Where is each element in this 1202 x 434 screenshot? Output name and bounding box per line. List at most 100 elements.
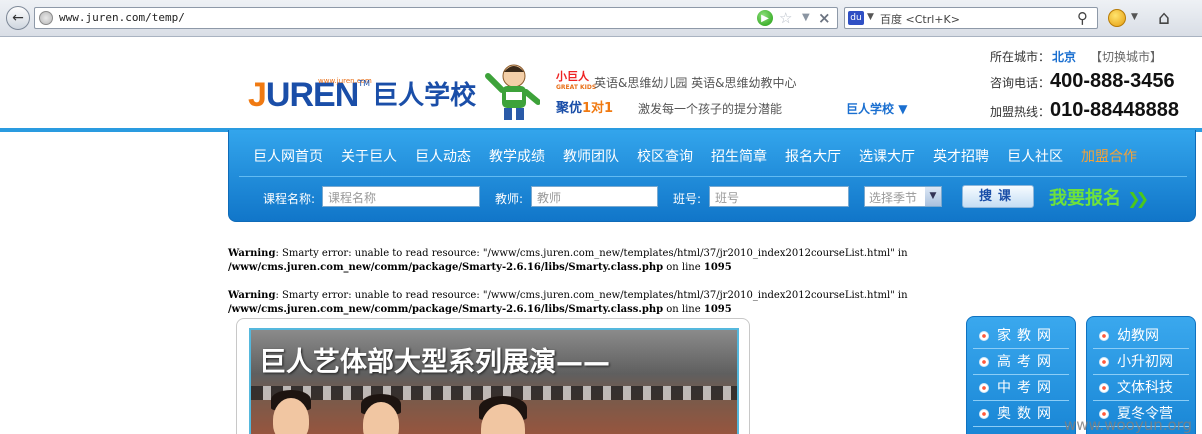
enroll-label: 我要报名 — [1049, 188, 1121, 209]
class-number-input[interactable]: 班号 — [709, 186, 849, 207]
warning-path: /www/cms.juren.com_new/comm/package/Smar… — [228, 304, 664, 315]
bullet-icon — [979, 409, 989, 419]
side-link-olympiad[interactable]: 奥数网 — [973, 401, 1069, 427]
side-link-gaokao[interactable]: 高考网 — [973, 349, 1069, 375]
address-bar[interactable]: www.juren.com/temp/ ▶ ☆ ▼ × — [34, 7, 838, 29]
warning-label: Warning — [228, 248, 276, 259]
bullet-icon — [979, 383, 989, 393]
browser-toolbar: ← www.juren.com/temp/ ▶ ☆ ▼ × du ▼ 百度 <C… — [0, 0, 1202, 37]
warning-path: /www/cms.juren.com_new/comm/package/Smar… — [228, 262, 664, 273]
go-arrow-icon[interactable]: ▶ — [757, 10, 773, 26]
warning-label: Warning — [228, 290, 276, 301]
course-name-label: 课程名称: — [263, 192, 316, 206]
juren-logo[interactable]: www.juren.com JUREN TM 巨人学校 — [248, 72, 476, 112]
consult-number: 400-888-3456 — [1050, 70, 1175, 92]
back-arrow-icon[interactable]: ← — [6, 6, 30, 30]
double-chevron-icon: ❯❯ — [1127, 189, 1149, 208]
nav-about[interactable]: 关于巨人 — [341, 146, 397, 166]
php-warning: Warning: Smarty error: unable to read re… — [228, 289, 1158, 317]
chevron-down-icon: ▼ — [925, 187, 941, 206]
side-link-label: 幼教网 — [1117, 328, 1159, 344]
course-search-form: 课程名称: 课程名称 教师: 教师 班号: 班号 选择季节 ▼ 搜课 我要报名 ❯… — [229, 184, 1197, 212]
trademark-mark: TM — [358, 79, 371, 88]
bullet-icon — [1099, 357, 1109, 367]
php-warning: Warning: Smarty error: unable to read re… — [228, 247, 1158, 275]
nav-registration[interactable]: 报名大厅 — [785, 146, 841, 166]
switch-school-label: 巨人学校 — [846, 102, 895, 116]
nav-campus[interactable]: 校区查询 — [637, 146, 693, 166]
consult-hotline: 咨询电话：400-888-3456 — [990, 70, 1175, 93]
addon-smiley-icon[interactable] — [1108, 9, 1126, 27]
nav-franchise[interactable]: 加盟合作 — [1081, 146, 1137, 166]
history-dropdown-icon[interactable]: ▼ — [802, 12, 810, 23]
banner-title: 巨人艺体部大型系列展演—— — [259, 347, 610, 378]
side-menu-left: 家教网 高考网 中考网 奥数网 — [966, 316, 1076, 434]
nav-news[interactable]: 巨人动态 — [415, 146, 471, 166]
side-link-xiaoshengchu[interactable]: 小升初网 — [1093, 349, 1189, 375]
browser-search-placeholder[interactable]: 百度 <Ctrl+K> — [880, 11, 960, 27]
city-name: 北京 — [1052, 50, 1077, 64]
bullet-icon — [979, 357, 989, 367]
side-link-label: 小升初网 — [1117, 354, 1173, 370]
nav-results[interactable]: 教学成绩 — [489, 146, 545, 166]
magnifier-icon[interactable]: ⚲ — [1077, 9, 1088, 27]
consult-label: 咨询电话： — [990, 76, 1051, 90]
one-on-one-text: 激发每一个孩子的提分潜能 — [638, 102, 783, 116]
teacher-label: 教师: — [495, 192, 524, 206]
side-link-label: 高考网 — [997, 354, 1057, 370]
baidu-icon[interactable]: du — [848, 11, 864, 25]
nav-courses[interactable]: 选课大厅 — [859, 146, 915, 166]
season-select[interactable]: 选择季节 ▼ — [864, 186, 942, 207]
engine-dropdown-icon[interactable]: ▼ — [867, 12, 874, 22]
side-link-arts-tech[interactable]: 文体科技 — [1093, 375, 1189, 401]
nav-community[interactable]: 巨人社区 — [1007, 146, 1063, 166]
watermark: www.wooyun.org — [1064, 416, 1193, 434]
search-course-button[interactable]: 搜课 — [962, 185, 1034, 208]
bullet-icon — [979, 331, 989, 341]
side-link-label: 奥数网 — [997, 406, 1057, 422]
nav-teachers[interactable]: 教师团队 — [563, 146, 619, 166]
enroll-button[interactable]: 我要报名 ❯❯ — [1049, 184, 1149, 210]
side-link-zhongkao[interactable]: 中考网 — [973, 375, 1069, 401]
side-link-preschool[interactable]: 幼教网 — [1093, 323, 1189, 349]
little-giant-badge-en: GREAT KIDS — [556, 84, 597, 91]
franchise-label: 加盟热线： — [990, 105, 1051, 119]
little-giant-badge: 小巨人 GREAT KIDS — [556, 71, 596, 93]
main-nav: 巨人网首页 关于巨人 巨人动态 教学成绩 教师团队 校区查询 招生简章 报名大厅… — [253, 146, 1155, 166]
logo-brand-cn: 巨人学校 — [372, 81, 477, 111]
nav-jobs[interactable]: 英才招聘 — [933, 146, 989, 166]
class-number-label: 班号: — [673, 192, 702, 206]
kid-face — [273, 398, 309, 434]
switch-school-dropdown[interactable]: 巨人学校 ▼ — [846, 100, 907, 117]
little-giant-text: 英语&思维幼儿园 英语&思维幼教中心 — [594, 76, 797, 90]
bullet-icon — [1099, 331, 1109, 341]
nav-divider — [239, 176, 1187, 177]
one-on-one-badge: 聚优1对1 — [556, 97, 613, 116]
main-nav-panel: 巨人网首页 关于巨人 巨人动态 教学成绩 教师团队 校区查询 招生简章 报名大厅… — [228, 130, 1196, 222]
globe-icon — [39, 11, 53, 25]
stop-icon[interactable]: × — [818, 9, 831, 27]
side-link-tutor[interactable]: 家教网 — [973, 323, 1069, 349]
change-city-link[interactable]: 【切换城市】 — [1090, 50, 1162, 64]
one-on-one-link[interactable]: 聚优1对1 激发每一个孩子的提分潜能 — [556, 97, 796, 117]
warning-line: 1095 — [703, 304, 732, 315]
home-icon[interactable]: ⌂ — [1158, 7, 1170, 29]
season-select-value: 选择季节 — [869, 191, 918, 205]
city-label: 所在城市： — [990, 50, 1051, 64]
city-selector: 所在城市： 北京 【切换城市】 — [990, 48, 1162, 65]
one-on-one-badge-a: 聚优 — [556, 101, 583, 116]
address-url[interactable]: www.juren.com/temp/ — [59, 11, 185, 24]
bookmark-star-icon[interactable]: ☆ — [779, 9, 792, 27]
promo-banner[interactable]: 巨人艺体部大型系列展演—— — [249, 328, 739, 434]
franchise-number: 010-88448888 — [1050, 99, 1180, 121]
nav-admissions[interactable]: 招生简章 — [711, 146, 767, 166]
browser-search-box[interactable]: du ▼ 百度 <Ctrl+K> ⚲ — [844, 7, 1098, 29]
course-name-input[interactable]: 课程名称 — [322, 186, 480, 207]
nav-home[interactable]: 巨人网首页 — [253, 146, 323, 166]
mascot-icon — [485, 64, 540, 120]
little-giant-link[interactable]: 小巨人 GREAT KIDS 英语&思维幼儿园 英语&思维幼教中心 — [556, 71, 797, 93]
teacher-input[interactable]: 教师 — [531, 186, 658, 207]
warning-line-text: on line — [663, 304, 704, 315]
warning-message: : Smarty error: unable to read resource:… — [275, 290, 908, 301]
addon-dropdown-icon[interactable]: ▼ — [1131, 12, 1138, 22]
